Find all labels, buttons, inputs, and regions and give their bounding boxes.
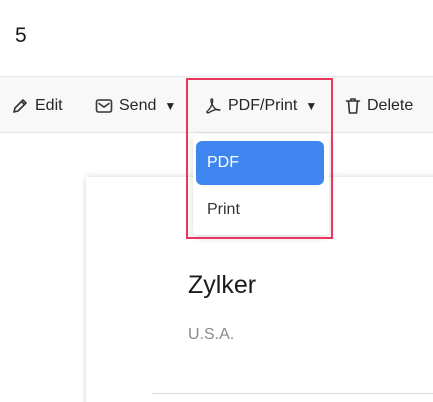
send-button[interactable]: Send ▼ bbox=[95, 77, 176, 134]
company-country: U.S.A. bbox=[188, 326, 235, 343]
delete-label: Delete bbox=[367, 96, 414, 114]
caret-down-icon: ▼ bbox=[164, 98, 177, 113]
envelope-icon bbox=[95, 98, 113, 114]
page-number: 5 bbox=[15, 24, 27, 47]
send-label: Send bbox=[119, 96, 157, 114]
pencil-icon bbox=[11, 97, 29, 115]
delete-button[interactable]: Delete bbox=[345, 77, 413, 134]
divider bbox=[152, 393, 433, 394]
edit-button[interactable]: Edit bbox=[11, 77, 63, 134]
trash-icon bbox=[345, 97, 361, 115]
highlight-box bbox=[186, 78, 333, 239]
edit-label: Edit bbox=[35, 96, 63, 114]
company-name: Zylker bbox=[188, 271, 257, 299]
